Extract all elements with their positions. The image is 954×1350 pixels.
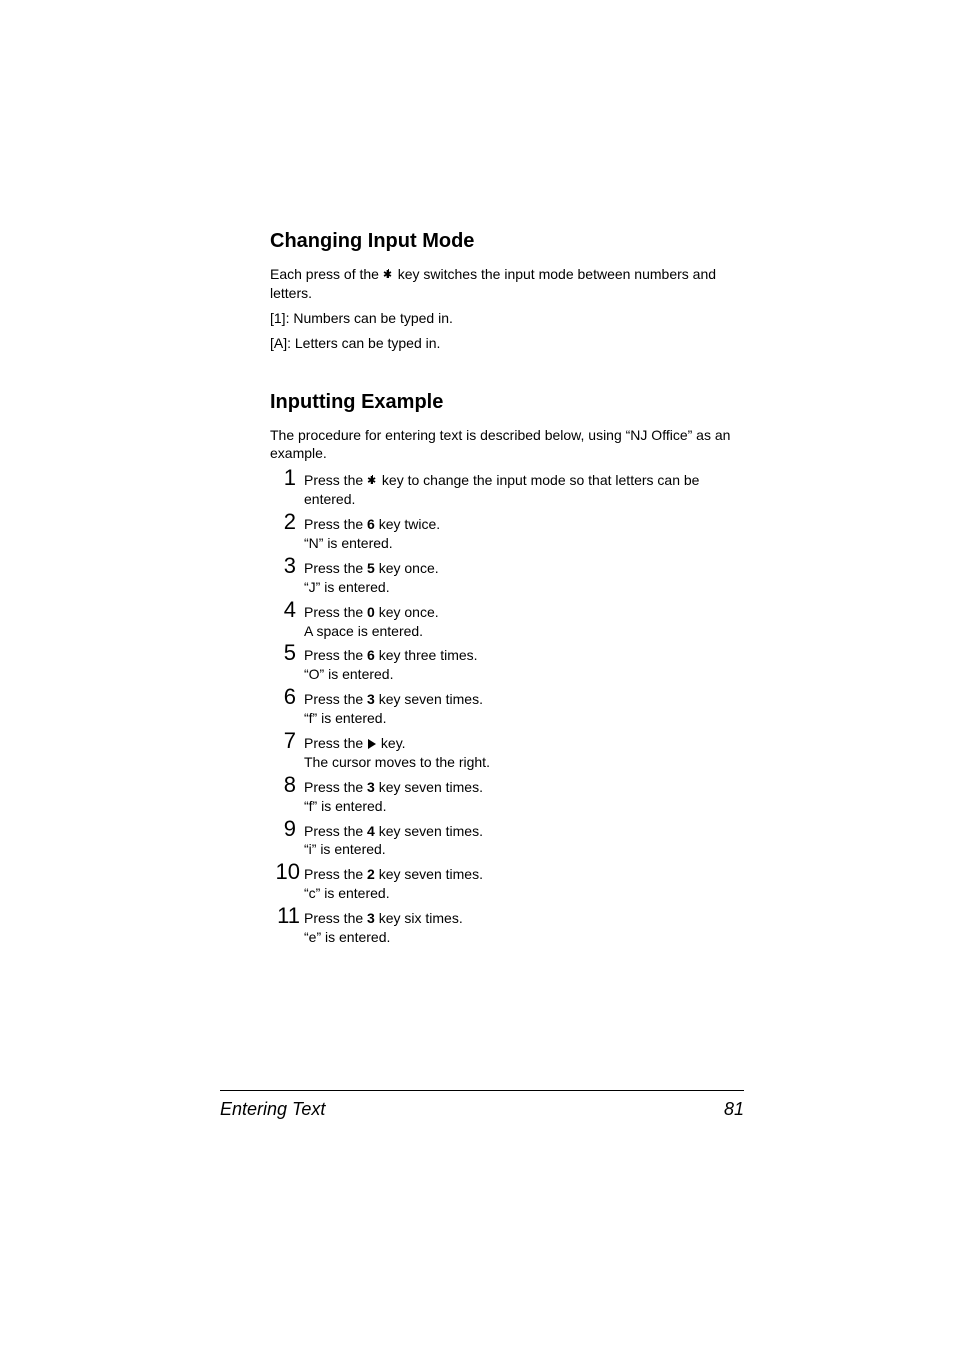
- text-fragment: key seven times.: [375, 779, 483, 795]
- step-result: “O” is entered.: [304, 666, 393, 682]
- step-result: The cursor moves to the right.: [304, 754, 490, 770]
- key-label: 4: [367, 823, 375, 839]
- footer-rule: [220, 1090, 744, 1091]
- step-number: 1: [270, 467, 296, 489]
- text-fragment: Press the: [304, 910, 367, 926]
- step-number: 11: [270, 905, 300, 927]
- step-9: 9 Press the 4 key seven times. “i” is en…: [270, 818, 744, 860]
- step-result: “J” is entered.: [304, 579, 390, 595]
- step-result: “i” is entered.: [304, 841, 386, 857]
- key-label: 3: [367, 691, 375, 707]
- star-key-icon: [367, 475, 378, 488]
- step-list: 1 Press the key to change the input mode…: [270, 467, 744, 947]
- step-number: 7: [270, 730, 296, 752]
- key-label: 6: [367, 647, 375, 663]
- step-3: 3 Press the 5 key once. “J” is entered.: [270, 555, 744, 597]
- step-number: 6: [270, 686, 296, 708]
- text-fragment: Press the: [304, 823, 367, 839]
- step-content: Press the 0 key once. A space is entered…: [304, 599, 439, 641]
- text-fragment: Press the: [304, 472, 367, 488]
- key-label: 3: [367, 779, 375, 795]
- step-number: 10: [270, 861, 300, 883]
- right-arrow-icon: [368, 739, 376, 749]
- step-result: “N” is entered.: [304, 535, 393, 551]
- text-fragment: Each press of the: [270, 266, 383, 282]
- key-label: 0: [367, 604, 375, 620]
- text-fragment: key once.: [375, 604, 439, 620]
- text-fragment: Press the: [304, 735, 367, 751]
- step-content: Press the 6 key twice. “N” is entered.: [304, 511, 440, 553]
- step-content: Press the 4 key seven times. “i” is ente…: [304, 818, 483, 860]
- paragraph-mode-numbers: [1]: Numbers can be typed in.: [270, 309, 744, 328]
- step-5: 5 Press the 6 key three times. “O” is en…: [270, 642, 744, 684]
- text-fragment: Press the: [304, 560, 367, 576]
- footer-row: Entering Text 81: [220, 1099, 744, 1120]
- step-content: Press the 3 key seven times. “f” is ente…: [304, 774, 483, 816]
- step-content: Press the key to change the input mode s…: [304, 467, 744, 509]
- page: Changing Input Mode Each press of the ke…: [0, 0, 954, 1350]
- heading-changing-input-mode: Changing Input Mode: [270, 230, 744, 253]
- star-key-icon: [383, 269, 394, 282]
- paragraph-input-mode-desc: Each press of the key switches the input…: [270, 265, 744, 303]
- key-label: 2: [367, 866, 375, 882]
- step-number: 2: [270, 511, 296, 533]
- text-fragment: key seven times.: [375, 823, 483, 839]
- text-fragment: key twice.: [375, 516, 440, 532]
- paragraph-mode-letters: [A]: Letters can be typed in.: [270, 334, 744, 353]
- step-number: 8: [270, 774, 296, 796]
- step-result: “e” is entered.: [304, 929, 390, 945]
- key-label: 5: [367, 560, 375, 576]
- text-fragment: key six times.: [375, 910, 463, 926]
- step-content: Press the 3 key seven times. “f” is ente…: [304, 686, 483, 728]
- footer-title: Entering Text: [220, 1099, 325, 1120]
- step-content: Press the 3 key six times. “e” is entere…: [304, 905, 463, 947]
- step-result: “f” is entered.: [304, 798, 386, 814]
- step-10: 10 Press the 2 key seven times. “c” is e…: [270, 861, 744, 903]
- text-fragment: Press the: [304, 647, 367, 663]
- text-fragment: Press the: [304, 516, 367, 532]
- key-label: 6: [367, 516, 375, 532]
- step-content: Press the key. The cursor moves to the r…: [304, 730, 490, 772]
- text-fragment: key seven times.: [375, 691, 483, 707]
- step-4: 4 Press the 0 key once. A space is enter…: [270, 599, 744, 641]
- key-label: 3: [367, 910, 375, 926]
- paragraph-example-intro: The procedure for entering text is descr…: [270, 426, 744, 464]
- page-footer: Entering Text 81: [220, 1090, 744, 1120]
- text-fragment: Press the: [304, 691, 367, 707]
- step-content: Press the 6 key three times. “O” is ente…: [304, 642, 478, 684]
- text-fragment: key three times.: [375, 647, 478, 663]
- text-fragment: Press the: [304, 779, 367, 795]
- step-result: A space is entered.: [304, 623, 423, 639]
- step-2: 2 Press the 6 key twice. “N” is entered.: [270, 511, 744, 553]
- step-11: 11 Press the 3 key six times. “e” is ent…: [270, 905, 744, 947]
- step-result: “c” is entered.: [304, 885, 390, 901]
- step-result: “f” is entered.: [304, 710, 386, 726]
- text-fragment: Press the: [304, 604, 367, 620]
- step-content: Press the 2 key seven times. “c” is ente…: [304, 861, 483, 903]
- step-8: 8 Press the 3 key seven times. “f” is en…: [270, 774, 744, 816]
- step-7: 7 Press the key. The cursor moves to the…: [270, 730, 744, 772]
- step-number: 3: [270, 555, 296, 577]
- text-fragment: key.: [377, 735, 406, 751]
- step-number: 4: [270, 599, 296, 621]
- heading-inputting-example: Inputting Example: [270, 391, 744, 414]
- step-number: 5: [270, 642, 296, 664]
- text-fragment: Press the: [304, 866, 367, 882]
- step-1: 1 Press the key to change the input mode…: [270, 467, 744, 509]
- step-content: Press the 5 key once. “J” is entered.: [304, 555, 439, 597]
- step-number: 9: [270, 818, 296, 840]
- text-fragment: key seven times.: [375, 866, 483, 882]
- footer-page-number: 81: [724, 1099, 744, 1120]
- step-6: 6 Press the 3 key seven times. “f” is en…: [270, 686, 744, 728]
- text-fragment: key once.: [375, 560, 439, 576]
